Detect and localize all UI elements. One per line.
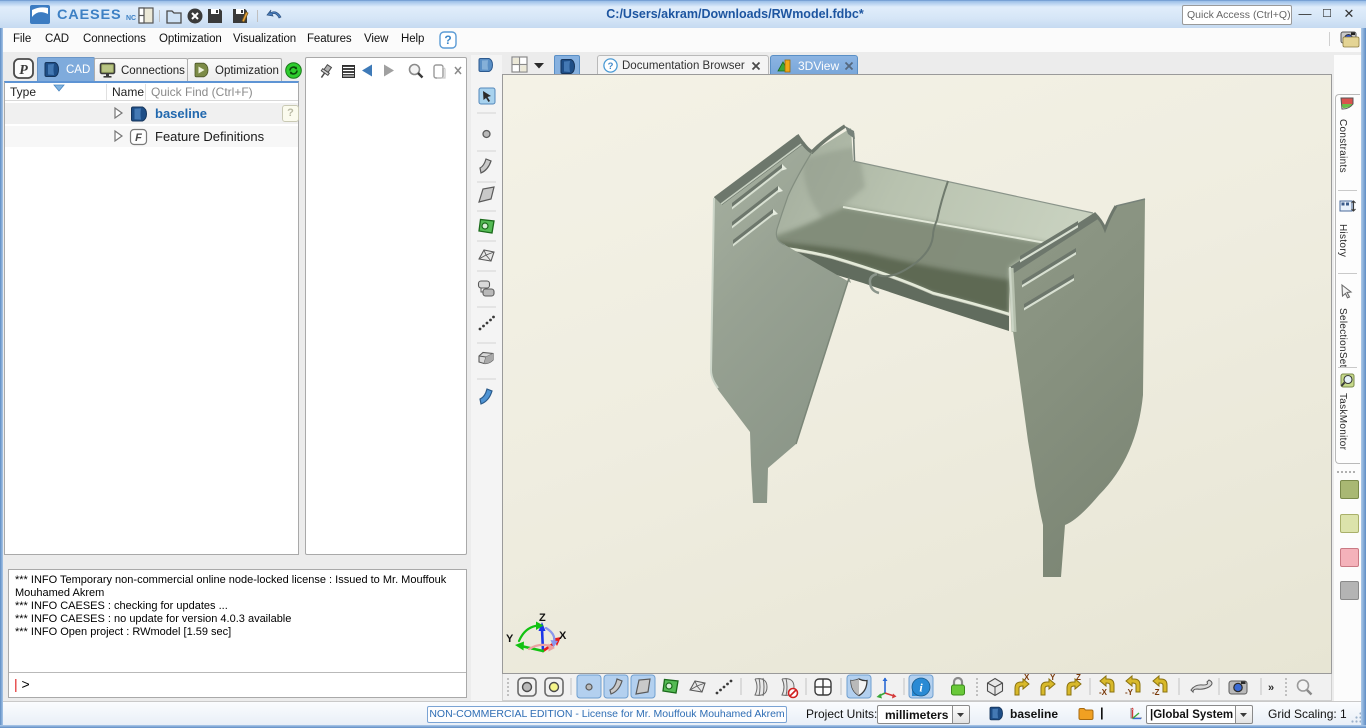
svg-text:-Y: -Y: [1125, 688, 1134, 697]
svg-text:X: X: [559, 630, 567, 642]
svg-text:?: ?: [444, 33, 451, 47]
svg-text:-X: -X: [1099, 688, 1108, 697]
svg-text:?: ?: [608, 61, 614, 72]
svg-text:X: X: [1024, 674, 1030, 682]
svg-text:P: P: [19, 63, 28, 78]
svg-text:Z: Z: [539, 612, 546, 624]
svg-text:F: F: [135, 132, 142, 144]
svg-text:»: »: [1268, 682, 1274, 694]
svg-text:-Z: -Z: [1152, 688, 1160, 697]
svg-text:Z: Z: [1076, 674, 1081, 682]
svg-text:Y: Y: [1050, 674, 1056, 682]
svg-text:Y: Y: [506, 633, 514, 645]
